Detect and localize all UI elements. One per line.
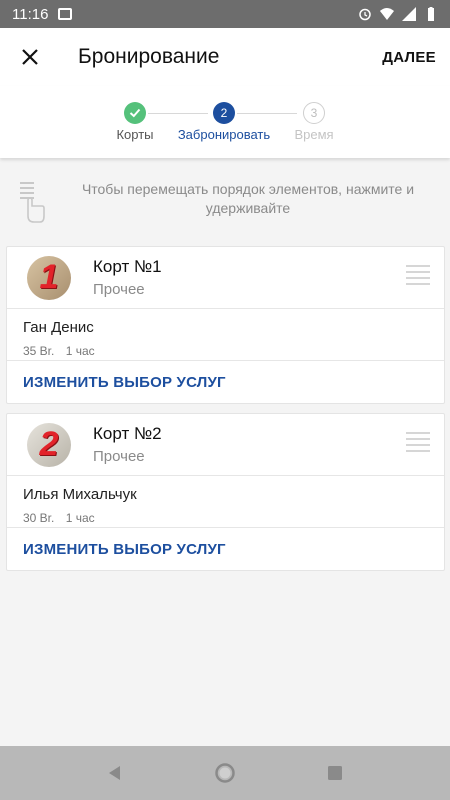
duration: 1 час bbox=[65, 511, 95, 525]
step-number: 2 bbox=[213, 102, 235, 124]
card-body: Илья Михальчук 30 Br. 1 час bbox=[7, 476, 444, 528]
change-services-button[interactable]: ИЗМЕНИТЬ ВЫБОР УСЛУГ bbox=[7, 361, 444, 403]
change-services-button[interactable]: ИЗМЕНИТЬ ВЫБОР УСЛУГ bbox=[7, 528, 444, 570]
back-icon bbox=[109, 766, 120, 780]
court-name: Корт №1 bbox=[93, 257, 162, 276]
app-bar: Бронирование ДАЛЕЕ bbox=[0, 28, 450, 86]
court-type: Прочее bbox=[93, 281, 145, 298]
close-icon bbox=[22, 49, 38, 65]
home-icon bbox=[215, 763, 235, 783]
avatar-number: 1 bbox=[39, 258, 59, 296]
booking-meta: 30 Br. 1 час bbox=[23, 511, 428, 525]
court-name: Корт №2 bbox=[93, 424, 162, 443]
status-icons bbox=[358, 7, 438, 21]
recents-button[interactable] bbox=[320, 758, 350, 788]
booking-card: 1 Корт №1 Прочее Ган Денис 35 Br. 1 час … bbox=[6, 246, 445, 404]
booking-meta: 35 Br. 1 час bbox=[23, 344, 428, 358]
avatar-number: 2 bbox=[39, 425, 59, 463]
system-nav-bar bbox=[0, 746, 450, 800]
back-button[interactable] bbox=[100, 758, 130, 788]
step-number: 3 bbox=[303, 102, 325, 124]
trainer-name: Ган Денис bbox=[23, 319, 94, 336]
drag-handle-icon[interactable] bbox=[406, 265, 430, 287]
price: 30 Br. bbox=[23, 511, 55, 525]
next-button[interactable]: ДАЛЕЕ bbox=[382, 49, 436, 66]
home-button[interactable] bbox=[210, 758, 240, 788]
hint-text: Чтобы перемещать порядок элементов, нажм… bbox=[81, 181, 415, 216]
card-header: 1 Корт №1 Прочее bbox=[7, 247, 444, 309]
court-avatar: 1 bbox=[27, 255, 71, 300]
price: 35 Br. bbox=[23, 344, 55, 358]
step-label: Время bbox=[294, 127, 334, 142]
wifi-icon bbox=[380, 8, 394, 20]
status-time: 11:16 bbox=[12, 5, 49, 23]
booking-card: 2 Корт №2 Прочее Илья Михальчук 30 Br. 1… bbox=[6, 413, 445, 571]
image-notification-icon bbox=[58, 8, 73, 20]
booking-stepper: Корты 2 Забронировать 3 Время bbox=[0, 86, 450, 158]
trainer-name: Илья Михальчук bbox=[23, 486, 137, 503]
check-icon bbox=[124, 102, 146, 124]
recents-icon bbox=[328, 766, 342, 780]
touch-drag-icon bbox=[20, 182, 45, 223]
court-info: Корт №2 Прочее bbox=[93, 424, 162, 465]
court-avatar: 2 bbox=[27, 422, 71, 467]
drag-handle-icon[interactable] bbox=[406, 432, 430, 454]
duration: 1 час bbox=[65, 344, 95, 358]
alarm-icon bbox=[359, 8, 371, 21]
card-header: 2 Корт №2 Прочее bbox=[7, 414, 444, 476]
signal-icon bbox=[402, 7, 416, 21]
card-body: Ган Денис 35 Br. 1 час bbox=[7, 309, 444, 361]
close-button[interactable] bbox=[0, 28, 60, 86]
reorder-hint: Чтобы перемещать порядок элементов, нажм… bbox=[18, 180, 438, 224]
step-time[interactable]: 3 Время bbox=[254, 102, 374, 142]
page-title: Бронирование bbox=[78, 45, 220, 68]
court-type: Прочее bbox=[93, 448, 145, 465]
court-info: Корт №1 Прочее bbox=[93, 257, 162, 298]
status-bar: 11:16 bbox=[0, 0, 450, 28]
battery-icon bbox=[428, 7, 434, 21]
